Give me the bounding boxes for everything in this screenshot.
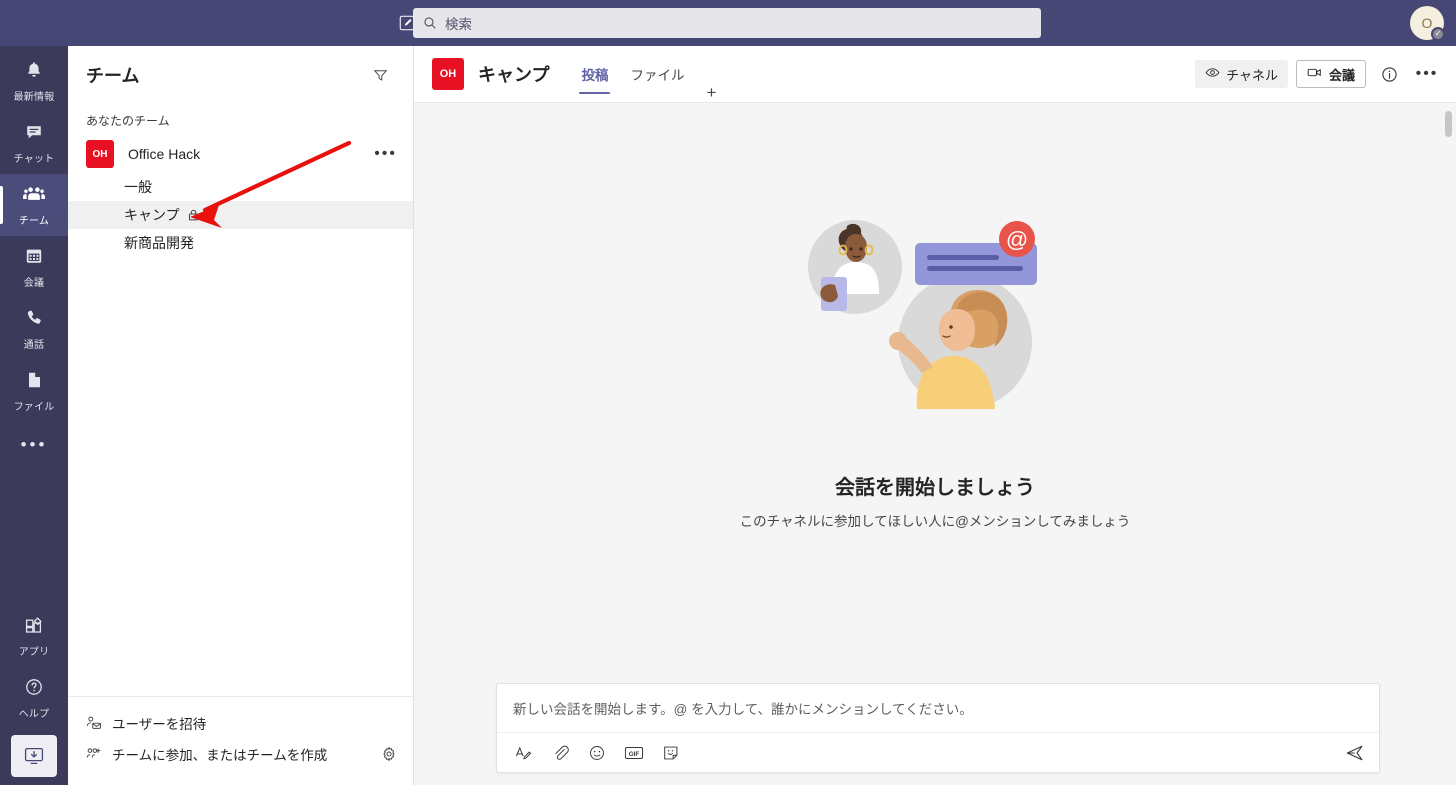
- phone-icon: [24, 308, 44, 333]
- search-input[interactable]: 検索: [413, 8, 1041, 38]
- teams-app-window: 検索 O ✓ 最新情報 チャット チーム 会議 通話 ファイル ••• アプリ …: [0, 0, 1456, 785]
- tab-posts[interactable]: 投稿: [571, 46, 618, 103]
- sidebar-item-apps[interactable]: アプリ: [0, 605, 68, 667]
- channel-header: OH キャンプ 投稿 ファイル + チャネル 会議 •••: [414, 46, 1456, 103]
- meet-label: 会議: [1328, 67, 1355, 83]
- sidebar-item-label: 最新情報: [13, 91, 55, 103]
- filter-funnel-icon[interactable]: [365, 60, 395, 90]
- apps-icon: [24, 615, 44, 640]
- channel-visibility-label: チャネル: [1226, 67, 1278, 83]
- sidebar-item-label: チャット: [13, 153, 55, 165]
- team-row-office-hack[interactable]: OH Office Hack •••: [68, 135, 413, 173]
- gif-icon[interactable]: GIF: [622, 741, 646, 765]
- channel-row-new-product[interactable]: 新商品開発: [68, 229, 413, 257]
- app-rail-top: 最新情報 チャット チーム 会議 通話 ファイル •••: [0, 46, 68, 468]
- sidebar-item-activity[interactable]: 最新情報: [0, 50, 68, 112]
- format-text-icon[interactable]: [511, 741, 535, 765]
- search-bar[interactable]: 検索: [413, 8, 1041, 38]
- channel-name: 一般: [124, 179, 152, 195]
- emoji-smiley-icon[interactable]: [585, 741, 609, 765]
- invite-user-label: ユーザーを招待: [112, 716, 207, 732]
- bell-icon: [24, 60, 44, 85]
- main-content: OH キャンプ 投稿 ファイル + チャネル 会議 ••• @ 会話を開始しまし…: [414, 46, 1456, 785]
- title-bar: 検索 O ✓: [0, 0, 1456, 46]
- channel-more-options-button[interactable]: •••: [1412, 59, 1442, 89]
- empty-state-subtitle: このチャネルに参加してほしい人に@メンションしてみましょう: [739, 513, 1131, 529]
- message-input[interactable]: 新しい会話を開始します。@ を入力して、誰かにメンションしてください。: [497, 684, 1379, 732]
- download-desktop-app-icon[interactable]: [11, 735, 57, 777]
- join-or-create-team-button[interactable]: チームに参加、またはチームを作成: [86, 738, 397, 769]
- calendar-icon: [24, 246, 44, 271]
- title-bar-spacer: [0, 0, 68, 46]
- sidebar-item-help[interactable]: ヘルプ: [0, 667, 68, 729]
- team-avatar: OH: [86, 140, 114, 168]
- lock-icon: [188, 209, 199, 221]
- empty-state-title: 会話を開始しましょう: [835, 476, 1035, 499]
- channel-visibility-button[interactable]: チャネル: [1195, 60, 1288, 88]
- gear-icon[interactable]: [381, 746, 397, 762]
- mention-badge-glyph: @: [1006, 227, 1028, 252]
- channel-header-actions: チャネル 会議 •••: [1195, 59, 1442, 89]
- sidebar-item-label: 会議: [23, 277, 45, 289]
- invite-user-icon: [86, 715, 112, 731]
- channel-row-camp[interactable]: キャンプ: [68, 201, 413, 229]
- files-icon: [24, 370, 44, 395]
- channel-row-general[interactable]: 一般: [68, 173, 413, 201]
- help-question-icon: [24, 677, 44, 702]
- app-rail: 最新情報 チャット チーム 会議 通話 ファイル ••• アプリ ヘルプ: [0, 46, 68, 785]
- eye-icon: [1205, 65, 1220, 83]
- info-circle-icon[interactable]: [1374, 59, 1404, 89]
- join-create-team-icon: [86, 746, 112, 762]
- compose-box[interactable]: 新しい会話を開始します。@ を入力して、誰かにメンションしてください。 GIF: [496, 683, 1380, 773]
- send-icon[interactable]: [1345, 743, 1365, 763]
- teams-people-icon: [22, 184, 46, 209]
- sidebar-item-teams[interactable]: チーム: [0, 174, 68, 236]
- video-camera-icon: [1307, 65, 1323, 83]
- compose-toolbar: GIF: [497, 732, 1379, 772]
- sidebar-item-label: アプリ: [18, 646, 50, 658]
- sidebar-item-chat[interactable]: チャット: [0, 112, 68, 174]
- add-tab-button[interactable]: +: [696, 83, 726, 103]
- team-name: Office Hack: [128, 146, 201, 162]
- avatar[interactable]: O ✓: [1410, 6, 1445, 41]
- start-conversation-illustration: @: [805, 217, 1065, 417]
- sticker-icon[interactable]: [659, 741, 683, 765]
- sidebar-item-files[interactable]: ファイル: [0, 360, 68, 422]
- svg-text:GIF: GIF: [629, 751, 640, 758]
- compose-area: 新しい会話を開始します。@ を入力して、誰かにメンションしてください。 GIF: [414, 683, 1456, 785]
- sidebar-item-calls[interactable]: 通話: [0, 298, 68, 360]
- sidebar-item-label: チーム: [18, 215, 50, 227]
- search-icon: [423, 16, 437, 30]
- message-canvas: @ 会話を開始しましょう このチャネルに参加してほしい人に@メンションしてみまし…: [414, 103, 1456, 683]
- sidebar-item-label: ファイル: [13, 401, 55, 413]
- invite-user-button[interactable]: ユーザーを招待: [86, 707, 397, 738]
- presence-status-badge: ✓: [1431, 27, 1445, 41]
- sidebar-item-calendar[interactable]: 会議: [0, 236, 68, 298]
- meet-button[interactable]: 会議: [1295, 60, 1366, 88]
- channel-team-avatar: OH: [432, 58, 464, 90]
- sidebar-item-label: 通話: [23, 339, 45, 351]
- page-title: チーム: [86, 66, 140, 86]
- channel-name: 新商品開発: [124, 235, 194, 251]
- channel-tabs: 投稿 ファイル +: [571, 46, 726, 103]
- teams-sidebar: チーム あなたのチーム OH Office Hack ••• 一般 キャンプ 新…: [68, 46, 414, 785]
- app-body: 最新情報 チャット チーム 会議 通話 ファイル ••• アプリ ヘルプ チーム…: [0, 46, 1456, 785]
- team-more-options-button[interactable]: •••: [374, 145, 397, 163]
- app-rail-bottom: アプリ ヘルプ: [0, 605, 68, 785]
- rail-more-button[interactable]: •••: [0, 422, 68, 468]
- canvas-scrollbar[interactable]: [1445, 111, 1452, 137]
- attach-paperclip-icon[interactable]: [548, 741, 572, 765]
- channel-name: キャンプ: [124, 207, 180, 223]
- join-create-team-label: チームに参加、またはチームを作成: [112, 747, 328, 763]
- search-placeholder: 検索: [445, 17, 472, 32]
- your-teams-label: あなたのチーム: [86, 114, 170, 128]
- sidebar-item-label: ヘルプ: [18, 708, 50, 720]
- teams-sidebar-header: チーム: [68, 46, 413, 104]
- channel-title: キャンプ: [478, 65, 550, 85]
- teams-sidebar-footer: ユーザーを招待 チームに参加、またはチームを作成: [68, 696, 413, 785]
- tab-files[interactable]: ファイル: [620, 46, 694, 103]
- chat-icon: [24, 122, 44, 147]
